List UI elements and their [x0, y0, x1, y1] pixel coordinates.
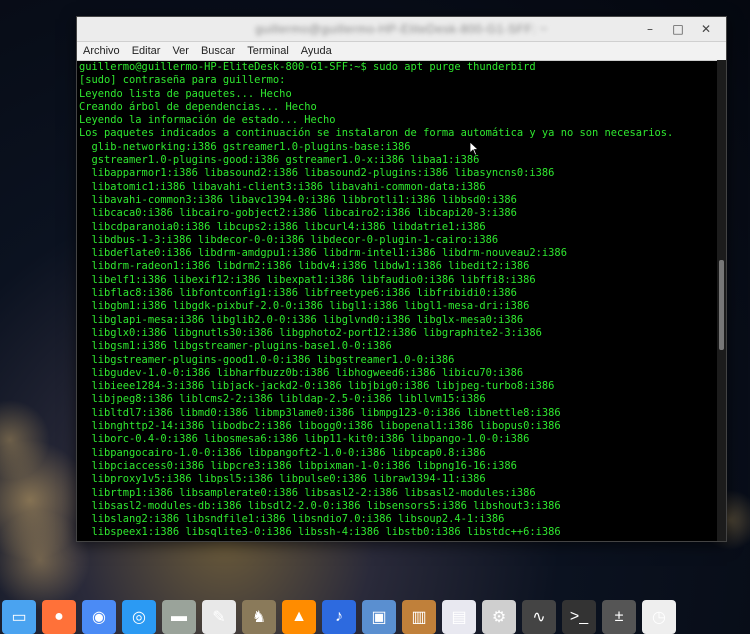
close-button[interactable]: ✕ [694, 20, 718, 38]
terminal-line: libproxy1v5:i386 libpsl5:i386 libpulse0:… [79, 473, 486, 486]
terminal-line: libnghttp2-14:i386 libodbc2:i386 libogg0… [79, 420, 561, 433]
terminal-line: libltdl7:i386 libmd0:i386 libmp3lame0:i3… [79, 406, 561, 419]
terminal-line: libflac8:i386 libfontconfig1:i386 libfre… [79, 287, 517, 300]
terminal-line: libelf1:i386 libexif12:i386 libexpat1:i3… [79, 273, 536, 286]
menu-ver[interactable]: Ver [166, 45, 195, 57]
vlc-icon[interactable]: ▲ [282, 600, 316, 634]
system-monitor-icon[interactable]: ∿ [522, 600, 556, 634]
terminal-window[interactable]: guillermo@guillermo-HP-EliteDesk-800-G1-… [76, 16, 727, 542]
library-icon[interactable]: ▥ [402, 600, 436, 634]
calculator-icon[interactable]: ± [602, 600, 636, 634]
terminal-line: libapparmor1:i386 libasound2:i386 libaso… [79, 167, 555, 180]
terminal-line: libgsm1:i386 libgstreamer-plugins-base1.… [79, 340, 392, 353]
firefox-icon[interactable]: ● [42, 600, 76, 634]
minimize-button[interactable]: – [638, 20, 662, 38]
menu-terminal[interactable]: Terminal [241, 45, 295, 57]
terminal-line: libpangocairo-1.0-0:i386 libpangoft2-1.0… [79, 446, 486, 459]
terminal-line: Creando árbol de dependencias... Hecho [79, 100, 317, 113]
mouse-cursor-icon [470, 142, 480, 156]
chromium-icon[interactable]: ◉ [82, 600, 116, 634]
files-icon[interactable]: ▭ [2, 600, 36, 634]
terminal-line: libglapi-mesa:i386 libglib2.0-0:i386 lib… [79, 313, 524, 326]
terminal-line: libgbm1:i386 libgdk-pixbuf-2.0-0:i386 li… [79, 300, 530, 313]
browser-icon[interactable]: ◎ [122, 600, 156, 634]
menu-editar[interactable]: Editar [126, 45, 167, 57]
terminal-icon[interactable]: >_ [562, 600, 596, 634]
menu-buscar[interactable]: Buscar [195, 45, 241, 57]
terminal-line: Los paquetes indicados a continuación se… [79, 127, 674, 140]
text-editor-icon[interactable]: ✎ [202, 600, 236, 634]
terminal-line: libavahi-common3:i386 libavc1394-0:i386 … [79, 193, 517, 206]
terminal-line: libieee1284-3:i386 libjack-jackd2-0:i386… [79, 380, 555, 393]
terminal-line: libcaca0:i386 libcairo-gobject2:i386 lib… [79, 207, 517, 220]
terminal-line: libspeex1:i386 libsqlite3-0:i386 libssh-… [79, 526, 561, 539]
image-viewer-icon[interactable]: ▣ [362, 600, 396, 634]
terminal-line: libcdparanoia0:i386 libcups2:i386 libcur… [79, 220, 486, 233]
settings-icon[interactable]: ⚙ [482, 600, 516, 634]
terminal-line: libsasl2-modules-db:i386 libsdl2-2.0-0:i… [79, 499, 561, 512]
file-manager-icon[interactable]: ▬ [162, 600, 196, 634]
scrollbar[interactable] [717, 60, 726, 541]
terminal-line: libdrm-radeon1:i386 libdrm2:i386 libdv4:… [79, 260, 530, 273]
document-viewer-icon[interactable]: ▤ [442, 600, 476, 634]
terminal-line: libdbus-1-3:i386 libdecor-0-0:i386 libde… [79, 233, 499, 246]
window-title: guillermo@guillermo-HP-EliteDesk-800-G1-… [255, 22, 548, 36]
terminal-line: [sudo] contraseña para guillermo: [79, 74, 286, 87]
menu-bar: Archivo Editar Ver Buscar Terminal Ayuda [77, 42, 726, 61]
title-bar[interactable]: guillermo@guillermo-HP-EliteDesk-800-G1-… [77, 17, 726, 42]
terminal-line: libpciaccess0:i386 libpcre3:i386 libpixm… [79, 459, 517, 472]
maximize-button[interactable]: □ [666, 20, 690, 38]
clock-icon[interactable]: ◷ [642, 600, 676, 634]
terminal-line: libglx0:i386 libgnutls30:i386 libgphoto2… [79, 326, 542, 339]
terminal-line: guillermo@guillermo-HP-EliteDesk-800-G1-… [79, 61, 536, 73]
terminal-line: librtmp1:i386 libsamplerate0:i386 libsas… [79, 486, 536, 499]
dock: ▭ ● ◉ ◎ ▬ ✎ ♞ ▲ ♪ ▣ ▥ ▤ ⚙ ∿ >_ ± ◷ [0, 600, 750, 634]
terminal-output[interactable]: guillermo@guillermo-HP-EliteDesk-800-G1-… [77, 60, 717, 541]
menu-archivo[interactable]: Archivo [77, 45, 126, 57]
terminal-line: libgudev-1.0-0:i386 libharfbuzz0b:i386 l… [79, 366, 524, 379]
gimp-icon[interactable]: ♞ [242, 600, 276, 634]
terminal-line: libatomic1:i386 libavahi-client3:i386 li… [79, 180, 486, 193]
terminal-line: libjpeg8:i386 liblcms2-2:i386 libldap-2.… [79, 393, 486, 406]
terminal-line: libdeflate0:i386 libdrm-amdgpu1:i386 lib… [79, 247, 567, 260]
terminal-line: libslang2:i386 libsndfile1:i386 libsndio… [79, 513, 505, 526]
terminal-line: Leyendo lista de paquetes... Hecho [79, 87, 292, 100]
terminal-line: liborc-0.4-0:i386 libosmesa6:i386 libp11… [79, 433, 530, 446]
menu-ayuda[interactable]: Ayuda [295, 45, 338, 57]
terminal-line: Leyendo la información de estado... Hech… [79, 114, 336, 127]
terminal-line: gstreamer1.0-plugins-good:i386 gstreamer… [79, 154, 480, 167]
terminal-line: libgstreamer-plugins-good1.0-0:i386 libg… [79, 353, 455, 366]
terminal-line: glib-networking:i386 gstreamer1.0-plugin… [79, 140, 411, 153]
scrollbar-thumb[interactable] [719, 260, 724, 350]
audio-editor-icon[interactable]: ♪ [322, 600, 356, 634]
